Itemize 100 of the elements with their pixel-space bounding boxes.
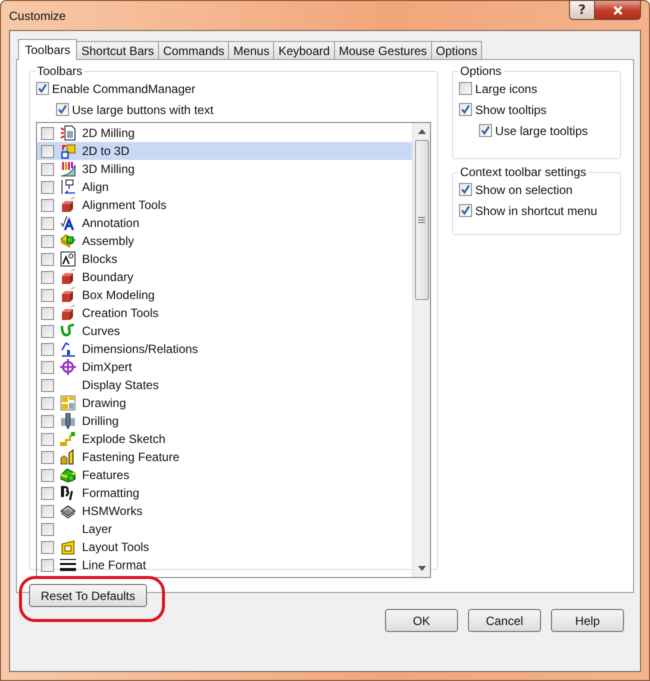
dimension-icon [60,341,76,357]
checkbox[interactable] [41,162,54,176]
checkbox-label: Use large buttons with text [72,102,214,116]
cube-icon [60,197,76,213]
list-item[interactable]: 2D Milling [37,124,412,142]
checkbox[interactable] [41,414,54,428]
checkbox[interactable] [41,378,54,392]
grip-icon [418,217,426,223]
checkbox[interactable] [41,252,54,266]
checkbox[interactable] [41,216,54,230]
list-item[interactable]: Features [37,466,412,484]
checkbox[interactable] [41,342,54,356]
list-item[interactable]: Line Format [37,556,412,574]
checkbox[interactable] [56,103,69,116]
list-item[interactable]: Boundary [37,268,412,286]
checkbox-label: Enable CommandManager [52,82,196,96]
checkbox[interactable] [41,558,54,572]
list-item[interactable]: Alignment Tools [37,196,412,214]
checkbox[interactable] [41,288,54,302]
list-item[interactable]: Box Modeling [37,286,412,304]
scroll-up-icon[interactable] [418,129,426,134]
tab[interactable]: Options [430,41,482,59]
fastener-icon [60,449,76,465]
list-item[interactable]: Blocks [37,250,412,268]
window-title: Customize [9,9,66,23]
checkbox[interactable] [459,183,472,196]
list-item[interactable]: HSMWorks [37,502,412,520]
dialog-button[interactable]: OK [385,609,458,632]
annotation-icon [60,215,76,231]
steps-icon [60,431,76,447]
list-item[interactable]: Creation Tools [37,304,412,322]
list-item[interactable]: Align [37,178,412,196]
tab[interactable]: Shortcut Bars [76,41,160,59]
checkbox[interactable] [459,204,472,217]
cube-icon [60,305,76,321]
close-button[interactable] [595,0,641,20]
curve-icon [60,323,76,339]
list-item[interactable]: DimXpert [37,358,412,376]
checkbox[interactable] [41,324,54,338]
checkbox[interactable] [41,522,54,536]
list-item[interactable]: Dimensions/Relations [37,340,412,358]
list-item[interactable]: Drawing [37,394,412,412]
checkbox[interactable] [41,450,54,464]
scrollbar[interactable] [412,123,430,577]
cube-icon [60,287,76,303]
checkbox[interactable] [41,504,54,518]
reset-button[interactable]: Reset To Defaults [29,584,147,607]
tab[interactable]: Mouse Gestures [334,41,432,59]
checkbox-label: Show on selection [475,182,573,196]
list-item[interactable]: Annotation [37,214,412,232]
list-item[interactable]: 2D to 3D [37,142,412,160]
tab[interactable]: Keyboard [273,41,335,59]
help-button[interactable]: ? [569,0,595,20]
checkbox[interactable] [41,306,54,320]
list-item[interactable]: 3D Milling [37,160,412,178]
checkbox[interactable] [41,432,54,446]
checkbox[interactable] [41,144,54,158]
dialog-button[interactable]: Help [551,609,624,632]
tab[interactable]: Commands [158,41,230,59]
list-item[interactable]: Display States [37,376,412,394]
checkbox-label: Show in shortcut menu [475,204,598,218]
checkbox[interactable] [41,180,54,194]
checkbox[interactable] [41,540,54,554]
checkbox[interactable] [459,103,472,116]
align-icon [60,179,76,195]
drill-icon [60,413,76,429]
list-item[interactable]: Layer [37,520,412,538]
tab[interactable]: Toolbars [18,39,78,60]
list-item[interactable]: Explode Sketch [37,430,412,448]
checkbox[interactable] [41,126,54,140]
checkbox[interactable] [41,360,54,374]
checkbox[interactable] [41,198,54,212]
checkbox[interactable] [459,82,472,95]
checkbox[interactable] [41,396,54,410]
part-icon [60,233,76,249]
list-item[interactable]: Layout Tools [37,538,412,556]
feature-icon [60,467,76,483]
tab[interactable]: Menus [228,41,274,59]
list-item[interactable]: Formatting [37,484,412,502]
dialog-button[interactable]: Cancel [468,609,541,632]
close-icon [612,4,624,16]
list-item[interactable]: Assembly [37,232,412,250]
list-item[interactable]: Fastening Feature [37,448,412,466]
checkbox[interactable] [36,82,49,95]
checkbox[interactable] [41,270,54,284]
scroll-thumb[interactable] [414,140,429,300]
group-title: Toolbars [36,64,84,78]
list-item[interactable]: Curves [37,322,412,340]
checkbox-label: Show tooltips [475,102,547,116]
scroll-down-icon[interactable] [418,566,426,571]
group-title: Options [459,64,503,78]
checkbox[interactable] [41,486,54,500]
bars-icon [60,161,76,177]
checkbox[interactable] [41,468,54,482]
lines-icon [60,557,76,573]
list-item[interactable]: Drilling [37,412,412,430]
checkbox[interactable] [41,234,54,248]
stack-icon [60,503,76,519]
document-icon [60,125,76,141]
checkbox[interactable] [479,124,492,137]
